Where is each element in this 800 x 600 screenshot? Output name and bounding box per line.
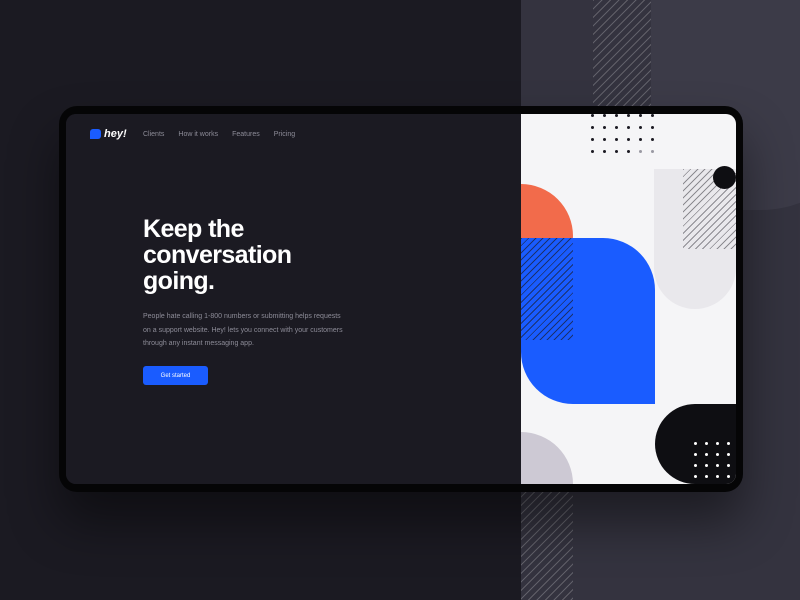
device-screen: hey! Clients How it works Features Prici… — [66, 114, 736, 484]
hero-title: Keep the conversation going. — [143, 216, 363, 294]
nav-item-how-it-works[interactable]: How it works — [178, 131, 218, 138]
main-nav: Clients How it works Features Pricing — [143, 131, 295, 138]
hero-illustration — [521, 114, 736, 484]
nav-item-pricing[interactable]: Pricing — [274, 131, 295, 138]
grey-quarter-circle — [521, 432, 573, 484]
hero-description: People hate calling 1-800 numbers or sub… — [143, 313, 343, 347]
nav-item-clients[interactable]: Clients — [143, 131, 164, 138]
dot-pattern — [591, 114, 654, 153]
hero-panel: hey! Clients How it works Features Prici… — [66, 114, 521, 484]
nav-item-features[interactable]: Features — [232, 131, 260, 138]
background-hatch-pattern — [593, 0, 651, 112]
logo[interactable]: hey! — [90, 128, 127, 140]
hero-title-line: Keep the — [143, 215, 244, 243]
dot-pattern — [694, 442, 730, 478]
hero-title-line: conversation — [143, 241, 292, 269]
get-started-button[interactable]: Get started — [143, 366, 208, 385]
hatch-pattern — [521, 238, 573, 340]
logo-text: hey! — [104, 128, 127, 140]
hey-logo-icon — [90, 129, 101, 139]
black-circle — [713, 166, 736, 189]
hero-title-line: going. — [143, 267, 215, 295]
background-hatch-pattern — [521, 488, 573, 600]
